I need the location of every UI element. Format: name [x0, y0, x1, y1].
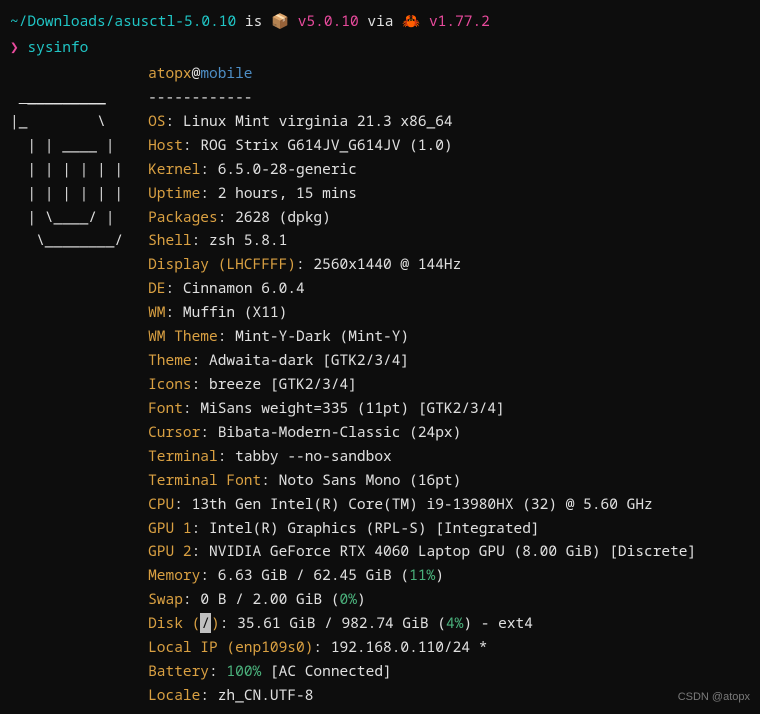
info-shell: Shell: zsh 5.8.1 — [148, 229, 696, 253]
info-display: Display (LHCFFFF): 2560x1440 @ 144Hz — [148, 253, 696, 277]
info-gpu2: GPU 2: NVIDIA GeForce RTX 4060 Laptop GP… — [148, 540, 696, 564]
command-input[interactable]: sysinfo — [27, 37, 88, 57]
user-host-line: atopx@mobile — [148, 62, 696, 86]
info-theme: Theme: Adwaita-dark [GTK2/3/4] — [148, 349, 696, 373]
info-uptime: Uptime: 2 hours, 15 mins — [148, 182, 696, 206]
info-swap: Swap: 0 B / 2.00 GiB (0%) — [148, 588, 696, 612]
info-packages: Packages: 2628 (dpkg) — [148, 206, 696, 230]
info-cursor: Cursor: Bibata-Modern-Classic (24px) — [148, 421, 696, 445]
ascii-logo: _________ |_ \ | | ____ | | | | | | | | … — [10, 62, 148, 277]
info-terminal: Terminal: tabby --no-sandbox — [148, 445, 696, 469]
info-terminal-font: Terminal Font: Noto Sans Mono (16pt) — [148, 469, 696, 493]
info-gpu1: GPU 1: Intel(R) Graphics (RPL-S) [Integr… — [148, 517, 696, 541]
cwd: ~/Downloads/asusctl-5.0.10 — [10, 11, 236, 31]
separator-line: ------------ — [148, 86, 696, 110]
prompt-char: ❯ — [10, 37, 19, 57]
info-disk: Disk (/): 35.61 GiB / 982.74 GiB (4%) - … — [148, 612, 696, 636]
info-icons: Icons: breeze [GTK2/3/4] — [148, 373, 696, 397]
info-font: Font: MiSans weight=335 (11pt) [GTK2/3/4… — [148, 397, 696, 421]
sysinfo-output: _________ |_ \ | | ____ | | | | | | | | … — [10, 62, 750, 708]
info-host: Host: ROG Strix G614JV_G614JV (1.0) — [148, 134, 696, 158]
info-wm-theme: WM Theme: Mint-Y-Dark (Mint-Y) — [148, 325, 696, 349]
rust-version: v1.77.2 — [429, 11, 490, 31]
info-battery: Battery: 100% [AC Connected] — [148, 660, 696, 684]
info-column: atopx@mobile ------------ OS: Linux Mint… — [148, 62, 696, 708]
watermark: CSDN @atopx — [678, 688, 750, 706]
rust-icon: 🦀 — [402, 10, 420, 34]
cursor-block: / — [200, 613, 211, 633]
package-icon: 📦 — [271, 10, 289, 34]
package-version: v5.0.10 — [298, 11, 359, 31]
info-cpu: CPU: 13th Gen Intel(R) Core(TM) i9-13980… — [148, 493, 696, 517]
info-local-ip: Local IP (enp109s0): 192.168.0.110/24 * — [148, 636, 696, 660]
info-locale: Locale: zh_CN.UTF-8 — [148, 684, 696, 708]
info-de: DE: Cinnamon 6.0.4 — [148, 277, 696, 301]
shell-prompt-line-2[interactable]: ❯ sysinfo — [10, 36, 750, 60]
info-wm: WM: Muffin (X11) — [148, 301, 696, 325]
info-kernel: Kernel: 6.5.0-28-generic — [148, 158, 696, 182]
shell-prompt-line-1: ~/Downloads/asusctl-5.0.10 is 📦 v5.0.10 … — [10, 10, 750, 34]
info-os: OS: Linux Mint virginia 21.3 x86_64 — [148, 110, 696, 134]
info-memory: Memory: 6.63 GiB / 62.45 GiB (11%) — [148, 564, 696, 588]
